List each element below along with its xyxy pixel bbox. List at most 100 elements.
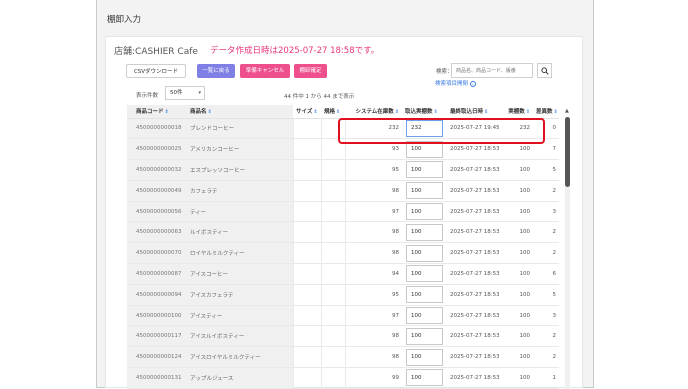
product-code-cell: 4500000000056 <box>127 201 187 223</box>
system-stock-cell: 98 <box>344 180 402 202</box>
back-to-list-button[interactable]: 一覧に戻る <box>197 64 235 78</box>
actual-cell: 100 <box>499 221 533 244</box>
scroll-up-arrow[interactable]: ▲ <box>565 108 569 114</box>
system-stock-cell: 99 <box>344 367 402 389</box>
last-import-cell: 2025-07-27 18:53 <box>447 367 499 389</box>
diff-cell: 2 <box>533 242 559 265</box>
table-row: 4500000000087アイスコーヒー 94 2025-07-27 18:5310… <box>127 263 559 285</box>
table-row: 4500000000117アイスルイボスティー 98 2025-07-27 18:5… <box>127 325 559 348</box>
diff-cell: 2 <box>533 221 559 244</box>
product-name-cell: ロイヤルミルクティー <box>187 242 293 265</box>
product-code-cell: 4500000000032 <box>127 159 187 181</box>
quantity-input[interactable] <box>406 161 443 179</box>
actual-cell: 100 <box>499 325 533 348</box>
product-name-cell: アイスカフェラテ <box>187 284 293 306</box>
quantity-input[interactable] <box>406 348 443 366</box>
product-code-cell: 4500000000049 <box>127 180 187 202</box>
diff-cell: 5 <box>533 159 559 181</box>
product-name-cell: アイスロイヤルミルクティー <box>187 346 293 369</box>
import-actual-cell <box>402 263 447 285</box>
size-cell <box>292 201 321 223</box>
system-stock-cell: 98 <box>344 221 402 244</box>
cancel-preparation-button[interactable]: 準備キャンセル <box>240 64 290 78</box>
header-spec[interactable]: 規格⇕ <box>321 105 345 119</box>
spec-cell <box>320 221 345 244</box>
diff-cell: 2 <box>533 180 559 202</box>
size-cell <box>292 159 321 181</box>
size-cell <box>292 346 321 369</box>
import-actual-cell <box>402 159 447 181</box>
quantity-input[interactable] <box>406 244 443 262</box>
product-code-cell: 4500000000094 <box>127 284 187 306</box>
record-count: 44 件中 1 から 44 まで表示 <box>284 94 355 100</box>
csv-download-button[interactable]: CSVダウンロード <box>126 64 186 78</box>
search-button[interactable] <box>537 63 552 78</box>
table-body: 4500000000018ブレンドコーヒー2322025-07-27 19:45… <box>127 118 559 389</box>
product-name-cell: カフェラテ <box>187 180 293 202</box>
main-panel: 棚卸入力 店舗:CASHIER Cafe データ作成日時は2025-07-27 … <box>96 0 594 389</box>
system-stock-cell: 98 <box>344 346 402 369</box>
product-code-cell: 4500000000131 <box>127 367 187 389</box>
product-name-cell: アイスコーヒー <box>187 263 293 285</box>
table-row: 4500000000049カフェラテ 98 2025-07-27 18:531002 <box>127 180 559 202</box>
table-row: 4500000000124アイスロイヤルミルクティー 98 2025-07-27 1… <box>127 346 559 369</box>
page-title: 棚卸入力 <box>107 15 142 25</box>
sort-icon: ⇕ <box>313 109 318 116</box>
diff-cell: 6 <box>533 263 559 285</box>
product-code-cell: 4500000000117 <box>127 325 187 348</box>
search-input[interactable] <box>451 63 533 78</box>
product-code-cell: 4500000000124 <box>127 346 187 369</box>
quantity-input[interactable] <box>406 327 443 345</box>
size-cell <box>292 305 321 327</box>
sort-icon: ⇕ <box>525 109 530 116</box>
per-page-select[interactable]: 50件 ▾ <box>165 86 205 100</box>
last-import-cell: 2025-07-27 18:53 <box>447 180 499 202</box>
spec-cell <box>320 263 345 285</box>
quantity-input[interactable] <box>406 203 443 221</box>
last-import-cell: 2025-07-27 18:53 <box>447 242 499 265</box>
size-cell <box>292 367 321 389</box>
quantity-input[interactable] <box>406 182 443 200</box>
quantity-input[interactable] <box>406 307 443 325</box>
last-import-cell: 2025-07-27 18:53 <box>447 263 499 285</box>
import-actual-cell <box>402 180 447 202</box>
quantity-input[interactable] <box>406 369 443 387</box>
import-actual-cell <box>402 221 447 244</box>
spec-cell <box>320 201 345 223</box>
product-name-cell: アイスルイボスティー <box>187 325 293 348</box>
import-actual-cell <box>402 367 447 389</box>
quantity-input[interactable] <box>406 223 443 241</box>
import-actual-cell <box>402 284 447 306</box>
system-stock-cell: 94 <box>344 263 402 285</box>
last-import-cell: 2025-07-27 18:53 <box>447 221 499 244</box>
table-scrollbar[interactable] <box>565 117 570 389</box>
header-system-stock[interactable]: システム在庫数⇕ <box>345 105 402 119</box>
inventory-card: 店舗:CASHIER Cafe データ作成日時は2025-07-27 18:58… <box>105 36 583 389</box>
header-name[interactable]: 商品名⇕ <box>187 105 293 119</box>
chevron-down-circle-icon: ⌄ <box>469 80 476 87</box>
actual-cell: 100 <box>499 159 533 181</box>
highlight-frame <box>338 118 545 144</box>
spec-cell <box>320 325 345 348</box>
confirm-inventory-button[interactable]: 棚卸確定 <box>294 64 327 78</box>
quantity-input[interactable] <box>406 265 443 283</box>
quantity-input[interactable] <box>406 286 443 304</box>
header-import-actual[interactable]: 取込実棚数⇕ <box>402 105 447 119</box>
product-name-cell: アップルジュース <box>187 367 293 389</box>
system-stock-cell: 98 <box>344 325 402 348</box>
advanced-search-toggle[interactable]: 検索項目開閉 ⌄ <box>435 79 476 87</box>
header-code[interactable]: 商品コード⇕ <box>127 105 187 119</box>
header-last-import[interactable]: 最終取込日時⇕ <box>447 105 499 119</box>
diff-cell: 3 <box>533 201 559 223</box>
product-code-cell: 4500000000025 <box>127 138 187 161</box>
last-import-cell: 2025-07-27 18:53 <box>447 305 499 327</box>
spec-cell <box>320 242 345 265</box>
spec-cell <box>320 284 345 306</box>
header-actual[interactable]: 実棚数⇕ <box>499 105 533 119</box>
header-size[interactable]: サイズ⇕ <box>293 105 321 119</box>
actual-cell: 100 <box>499 263 533 285</box>
header-diff[interactable]: 差異数⇕ <box>533 105 559 119</box>
scrollbar-thumb[interactable] <box>565 117 570 187</box>
import-actual-cell <box>402 305 447 327</box>
size-cell <box>292 325 321 348</box>
